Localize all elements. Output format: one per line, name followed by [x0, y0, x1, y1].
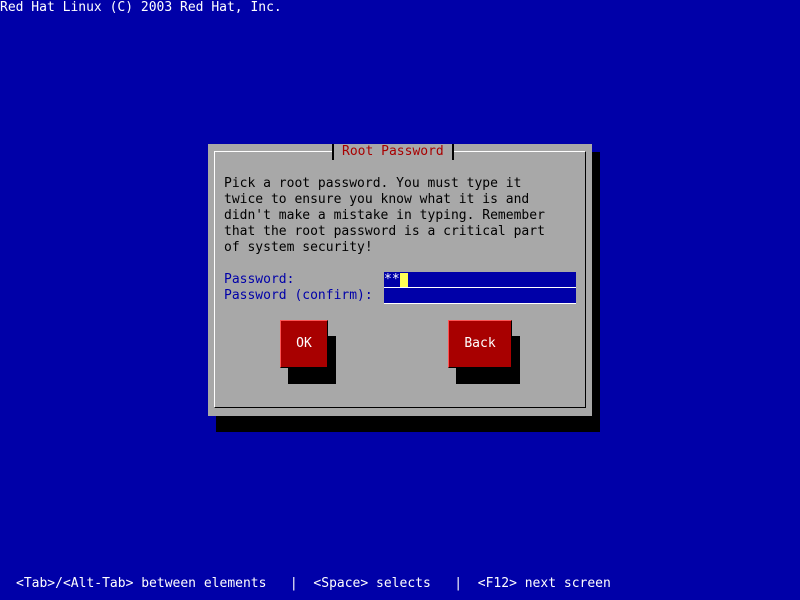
back-button[interactable]: Back — [448, 320, 512, 368]
root-password-dialog: Root Password Pick a root password. You … — [208, 144, 592, 416]
dialog-text-line: that the root password is a critical par… — [224, 224, 545, 239]
back-button-label: Back — [464, 336, 496, 351]
ok-button-label: OK — [296, 336, 312, 351]
ok-button[interactable]: OK — [280, 320, 328, 368]
dialog-text-line: Pick a root password. You must type it — [224, 176, 522, 191]
password-field[interactable]: ** — [384, 272, 576, 288]
help-line: <Tab>/<Alt-Tab> between elements | <Spac… — [16, 576, 611, 591]
dialog-text-line: didn't make a mistake in typing. Remembe… — [224, 208, 545, 223]
password-label: Password: — [224, 272, 295, 287]
password-confirm-label: Password (confirm): — [224, 288, 373, 303]
text-cursor — [400, 273, 408, 287]
dialog-title: Root Password — [332, 144, 454, 160]
password-confirm-field[interactable] — [384, 288, 576, 304]
screen-title: Red Hat Linux (C) 2003 Red Hat, Inc. — [0, 0, 282, 16]
dialog-text-line: twice to ensure you know what it is and — [224, 192, 530, 207]
password-field-value: ** — [384, 272, 400, 287]
dialog-text-line: of system security! — [224, 240, 373, 255]
